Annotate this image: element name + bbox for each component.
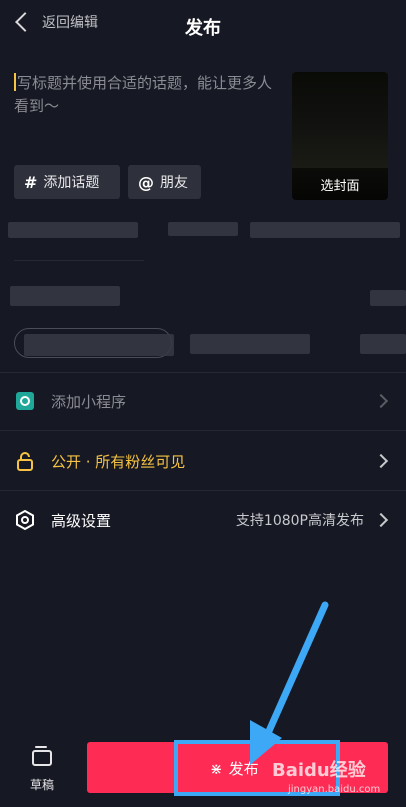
divider <box>0 490 406 491</box>
mini-program-label: 添加小程序 <box>51 392 127 411</box>
visibility-label: 公开 · 所有粉丝可见 <box>51 452 186 471</box>
blurred-content <box>190 334 310 354</box>
cover-thumbnail[interactable]: 选封面 <box>292 72 388 200</box>
advanced-settings-label: 高级设置 <box>51 511 112 530</box>
at-icon: @ <box>138 172 154 192</box>
divider <box>0 430 406 431</box>
draft-box-icon <box>32 746 52 766</box>
draft-button[interactable]: 草稿 <box>22 746 62 793</box>
advanced-settings-row[interactable]: 高级设置 支持1080P高清发布 <box>0 492 406 548</box>
annotation-arrow <box>250 601 329 765</box>
add-mini-program-row[interactable]: 添加小程序 <box>0 373 406 429</box>
chevron-right-icon <box>373 512 389 528</box>
chevron-right-icon <box>373 453 389 469</box>
hashtag-icon: # <box>24 172 38 192</box>
hexagon-settings-icon <box>14 509 36 531</box>
select-cover-button[interactable]: 选封面 <box>292 168 388 200</box>
text-cursor <box>14 73 16 91</box>
mention-friend-label: 朋友 <box>160 175 188 191</box>
page-title: 发布 <box>185 18 221 39</box>
draft-label: 草稿 <box>29 778 54 792</box>
mention-friend-button[interactable]: @ 朋友 <box>128 165 201 199</box>
blurred-content <box>370 290 406 306</box>
visibility-row[interactable]: 公开 · 所有粉丝可见 <box>0 433 406 489</box>
blurred-content <box>360 334 406 354</box>
blurred-content <box>24 334 174 356</box>
caption-input[interactable]: 写标题并使用合适的话题，能让更多人看到～ <box>14 72 279 118</box>
caption-placeholder: 写标题并使用合适的话题，能让更多人看到～ <box>14 74 273 115</box>
blurred-content <box>10 286 120 306</box>
hd-upload-hint: 支持1080P高清发布 <box>235 513 364 529</box>
blurred-content <box>250 222 400 238</box>
unlock-icon <box>14 450 36 472</box>
add-topic-button[interactable]: # 添加话题 <box>14 165 120 199</box>
mini-program-icon <box>14 390 36 412</box>
divider <box>14 260 144 261</box>
blurred-content <box>8 222 138 238</box>
watermark: Baidu经验 jingyan.baidu.com <box>272 756 380 795</box>
watermark-url: jingyan.baidu.com <box>288 784 381 795</box>
chevron-right-icon <box>373 393 389 409</box>
watermark-brand: Baidu经验 <box>272 760 366 781</box>
add-topic-label: 添加话题 <box>43 175 100 191</box>
blurred-content <box>168 222 238 236</box>
